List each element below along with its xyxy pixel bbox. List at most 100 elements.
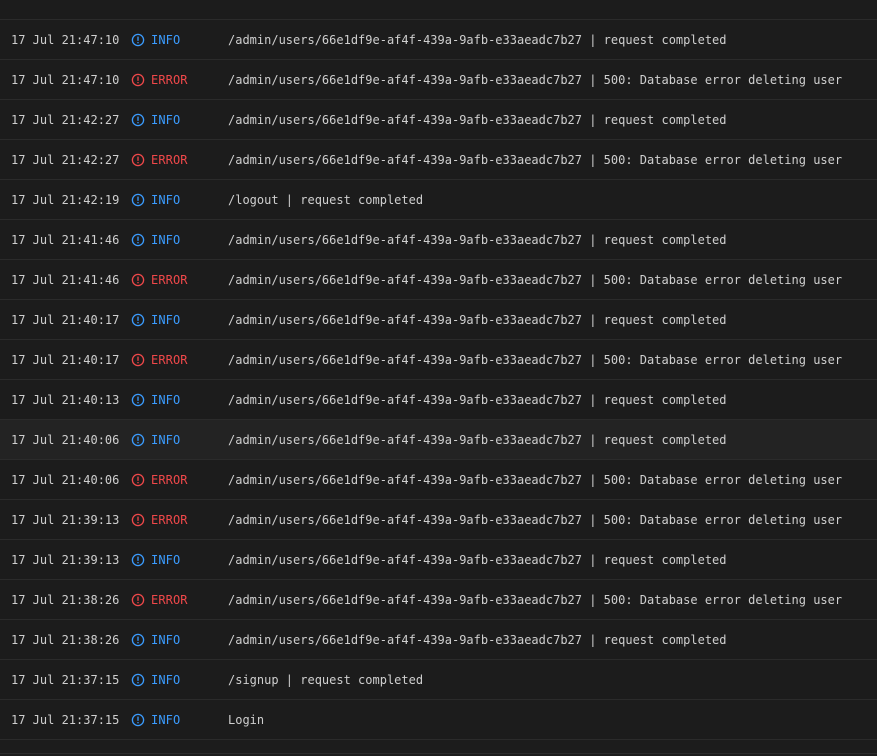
log-level: INFO	[131, 393, 228, 407]
log-timestamp: 17 Jul 21:42:19	[11, 192, 120, 207]
log-timestamp: 17 Jul 21:39:13	[11, 552, 120, 567]
log-level: ERROR	[131, 513, 228, 527]
table-bottom-divider	[0, 753, 877, 754]
log-level: ERROR	[131, 593, 228, 607]
info-circle-icon	[131, 193, 145, 206]
log-message: /logout | request completed	[228, 192, 424, 207]
info-circle-icon	[131, 233, 145, 246]
info-circle-icon	[131, 113, 145, 126]
log-timestamp: 17 Jul 21:41:46	[11, 232, 120, 247]
error-circle-icon	[131, 73, 145, 86]
log-row[interactable]: 17 Jul 21:40:06 ERROR /admin/users/66e1d…	[0, 460, 877, 500]
log-row[interactable]: 17 Jul 21:40:06 INFO /admin/users/66e1df…	[0, 420, 877, 460]
log-row[interactable]: 17 Jul 21:40:13 INFO /admin/users/66e1df…	[0, 380, 877, 420]
error-circle-icon	[131, 473, 145, 486]
info-circle-icon	[131, 393, 145, 406]
log-message: /admin/users/66e1df9e-af4f-439a-9afb-e33…	[228, 32, 727, 47]
log-row[interactable]: 17 Jul 21:42:19 INFO /logout | request c…	[0, 180, 877, 220]
log-level: INFO	[131, 553, 228, 567]
log-level-label: INFO	[151, 192, 181, 207]
log-timestamp: 17 Jul 21:38:26	[11, 632, 120, 647]
log-level-label: INFO	[151, 312, 181, 327]
error-circle-icon	[131, 353, 145, 366]
log-level-label: ERROR	[151, 512, 188, 527]
log-timestamp: 17 Jul 21:40:06	[11, 472, 120, 487]
log-timestamp: 17 Jul 21:47:10	[11, 72, 120, 87]
log-level-label: ERROR	[151, 272, 188, 287]
log-timestamp: 17 Jul 21:38:26	[11, 592, 120, 607]
log-row[interactable]: 17 Jul 21:39:13 INFO /admin/users/66e1df…	[0, 540, 877, 580]
log-message: /admin/users/66e1df9e-af4f-439a-9afb-e33…	[228, 112, 727, 127]
log-timestamp: 17 Jul 21:40:17	[11, 312, 120, 327]
log-level: INFO	[131, 713, 228, 727]
info-circle-icon	[131, 673, 145, 686]
error-circle-icon	[131, 273, 145, 286]
log-timestamp: 17 Jul 21:40:17	[11, 352, 120, 367]
log-message: /admin/users/66e1df9e-af4f-439a-9afb-e33…	[228, 512, 843, 527]
log-level: ERROR	[131, 353, 228, 367]
log-timestamp: 17 Jul 21:47:10	[11, 32, 120, 47]
log-row[interactable]: 17 Jul 21:38:26 ERROR /admin/users/66e1d…	[0, 580, 877, 620]
log-message: /admin/users/66e1df9e-af4f-439a-9afb-e33…	[228, 352, 843, 367]
log-level-label: ERROR	[151, 72, 188, 87]
log-row[interactable]: 17 Jul 21:42:27 ERROR /admin/users/66e1d…	[0, 140, 877, 180]
info-circle-icon	[131, 553, 145, 566]
log-row[interactable]: 17 Jul 21:40:17 INFO /admin/users/66e1df…	[0, 300, 877, 340]
log-level: INFO	[131, 33, 228, 47]
log-level: ERROR	[131, 473, 228, 487]
log-message: /admin/users/66e1df9e-af4f-439a-9afb-e33…	[228, 272, 843, 287]
log-level-label: INFO	[151, 672, 181, 687]
info-circle-icon	[131, 633, 145, 646]
log-timestamp: 17 Jul 21:37:15	[11, 712, 120, 727]
log-level-label: INFO	[151, 552, 181, 567]
info-circle-icon	[131, 433, 145, 446]
log-level: INFO	[131, 113, 228, 127]
log-row[interactable]: 17 Jul 21:47:10 ERROR /admin/users/66e1d…	[0, 60, 877, 100]
log-level: INFO	[131, 673, 228, 687]
log-message: /admin/users/66e1df9e-af4f-439a-9afb-e33…	[228, 312, 727, 327]
log-message: Login	[228, 712, 265, 727]
log-level: ERROR	[131, 73, 228, 87]
log-row[interactable]: 17 Jul 21:39:13 ERROR /admin/users/66e1d…	[0, 500, 877, 540]
log-level-label: INFO	[151, 712, 181, 727]
log-table-header	[0, 0, 877, 20]
log-message: /admin/users/66e1df9e-af4f-439a-9afb-e33…	[228, 632, 727, 647]
log-table: 17 Jul 21:47:10 INFO /admin/users/66e1df…	[0, 0, 877, 756]
log-level-label: INFO	[151, 432, 181, 447]
log-row[interactable]: 17 Jul 21:38:26 INFO /admin/users/66e1df…	[0, 620, 877, 660]
log-timestamp: 17 Jul 21:40:13	[11, 392, 120, 407]
log-level-label: ERROR	[151, 472, 188, 487]
log-message: /admin/users/66e1df9e-af4f-439a-9afb-e33…	[228, 592, 843, 607]
log-message: /admin/users/66e1df9e-af4f-439a-9afb-e33…	[228, 232, 727, 247]
info-circle-icon	[131, 313, 145, 326]
log-level: ERROR	[131, 273, 228, 287]
log-message: /admin/users/66e1df9e-af4f-439a-9afb-e33…	[228, 72, 843, 87]
log-timestamp: 17 Jul 21:40:06	[11, 432, 120, 447]
log-timestamp: 17 Jul 21:42:27	[11, 152, 120, 167]
log-level: ERROR	[131, 153, 228, 167]
log-row[interactable]: 17 Jul 21:37:15 INFO Login	[0, 700, 877, 740]
info-circle-icon	[131, 713, 145, 726]
log-row[interactable]: 17 Jul 21:42:27 INFO /admin/users/66e1df…	[0, 100, 877, 140]
log-row[interactable]: 17 Jul 21:37:15 INFO /signup | request c…	[0, 660, 877, 700]
log-timestamp: 17 Jul 21:37:15	[11, 672, 120, 687]
log-level-label: INFO	[151, 392, 181, 407]
log-timestamp: 17 Jul 21:41:46	[11, 272, 120, 287]
log-message: /admin/users/66e1df9e-af4f-439a-9afb-e33…	[228, 472, 843, 487]
error-circle-icon	[131, 513, 145, 526]
error-circle-icon	[131, 593, 145, 606]
log-level: INFO	[131, 433, 228, 447]
log-level-label: ERROR	[151, 152, 188, 167]
log-row[interactable]: 17 Jul 21:41:46 INFO /admin/users/66e1df…	[0, 220, 877, 260]
log-level-label: ERROR	[151, 352, 188, 367]
log-level-label: ERROR	[151, 592, 188, 607]
log-message: /admin/users/66e1df9e-af4f-439a-9afb-e33…	[228, 392, 727, 407]
log-level-label: INFO	[151, 32, 181, 47]
log-row[interactable]: 17 Jul 21:41:46 ERROR /admin/users/66e1d…	[0, 260, 877, 300]
log-row[interactable]: 17 Jul 21:47:10 INFO /admin/users/66e1df…	[0, 20, 877, 60]
log-message: /signup | request completed	[228, 672, 424, 687]
log-message: /admin/users/66e1df9e-af4f-439a-9afb-e33…	[228, 432, 727, 447]
log-row[interactable]: 17 Jul 21:40:17 ERROR /admin/users/66e1d…	[0, 340, 877, 380]
info-circle-icon	[131, 33, 145, 46]
error-circle-icon	[131, 153, 145, 166]
